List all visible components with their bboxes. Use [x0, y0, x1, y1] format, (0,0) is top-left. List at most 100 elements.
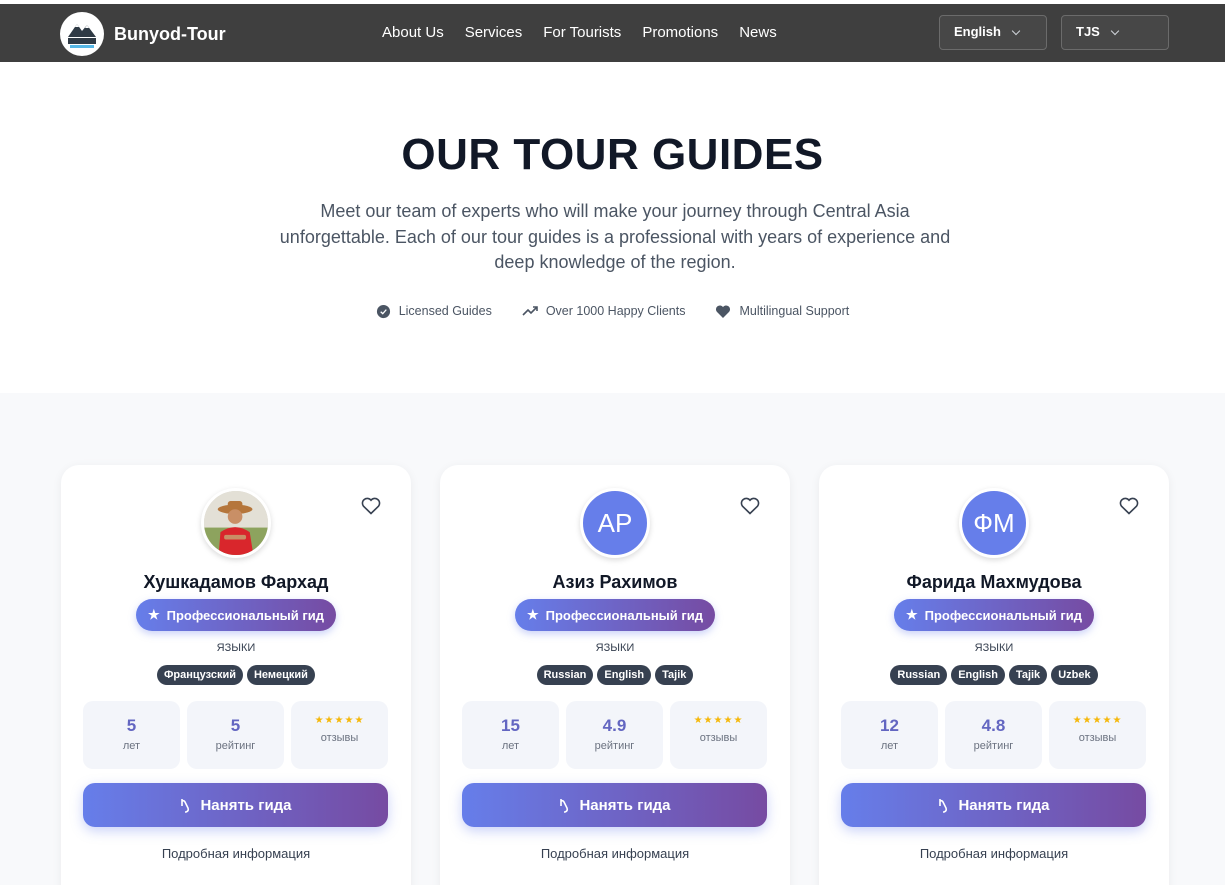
chevron-down-icon [1110, 26, 1120, 36]
feature-list: Licensed Guides Over 1000 Happy Clients … [0, 303, 1225, 319]
language-chip: Tajik [1008, 665, 1048, 685]
star-icon: ★ [905, 607, 918, 622]
language-chip: English [597, 665, 652, 685]
stat-rating: 4.8 рейтинг [945, 701, 1042, 769]
language-chip: Немецкий [246, 665, 315, 685]
hire-label: Нанять гида [958, 796, 1050, 814]
language-chip: Uzbek [1051, 665, 1098, 685]
nav-services[interactable]: Services [465, 24, 523, 41]
badge-label: Профессиональный гид [545, 607, 704, 623]
language-select[interactable]: English [939, 15, 1047, 50]
trending-up-icon [522, 306, 538, 316]
guide-card: Хушкадамов Фархад ★ Профессиональный гид… [61, 465, 411, 885]
language-chip: English [951, 665, 1005, 685]
hire-label: Нанять гида [579, 796, 671, 814]
guide-name: Азиз Рахимов [552, 572, 678, 592]
brand-name[interactable]: Bunyod-Tour [114, 24, 226, 45]
stat-label: рейтинг [594, 740, 635, 752]
stars-rating: ★★★★★ [1072, 715, 1123, 726]
stat-rating: 5 рейтинг [187, 701, 284, 769]
professional-badge: ★ Профессиональный гид [894, 599, 1094, 631]
feature-label: Over 1000 Happy Clients [545, 304, 686, 318]
main-nav: About Us Services For Tourists Promotion… [382, 24, 777, 41]
favorite-heart-icon[interactable] [1119, 497, 1139, 515]
feature-multilingual: Multilingual Support [715, 303, 849, 319]
stars-rating: ★★★★★ [314, 715, 365, 726]
stat-label: лет [122, 740, 141, 752]
language-chip: Tajik [655, 665, 694, 685]
feature-licensed: Licensed Guides [376, 303, 492, 319]
nav-for-tourists[interactable]: For Tourists [543, 24, 621, 41]
hire-guide-button[interactable]: Нанять гида [83, 783, 388, 827]
page-subtitle: Meet our team of experts who will make y… [279, 201, 951, 272]
language-chips: Французский Немецкий [61, 665, 411, 685]
brand[interactable]: Bunyod-Tour [60, 12, 226, 56]
stat-reviews: ★★★★★ отзывы [1049, 701, 1146, 769]
hand-pointer-icon [939, 798, 948, 813]
star-icon: ★ [147, 607, 160, 622]
stat-value: 15 [501, 716, 520, 735]
stat-value: 4.9 [602, 716, 627, 735]
nav-promotions[interactable]: Promotions [642, 24, 718, 41]
details-link[interactable]: Подробная информация [819, 846, 1169, 861]
chevron-down-icon [1011, 26, 1021, 36]
languages-label: ЯЗЫКИ [216, 642, 256, 654]
language-value: English [954, 24, 1001, 39]
details-link[interactable]: Подробная информация [440, 846, 790, 861]
stat-reviews: ★★★★★ отзывы [670, 701, 767, 769]
guide-stats: 12 лет 4.8 рейтинг ★★★★★ отзывы [841, 701, 1146, 769]
stat-label: рейтинг [215, 740, 256, 752]
stat-value: 4.8 [981, 716, 1006, 735]
favorite-heart-icon[interactable] [361, 497, 381, 515]
badge-label: Профессиональный гид [924, 607, 1083, 623]
feature-label: Licensed Guides [398, 304, 492, 318]
languages-label: ЯЗЫКИ [595, 642, 635, 654]
professional-badge: ★ Профессиональный гид [515, 599, 715, 631]
person-photo-icon [204, 491, 268, 555]
nav-news[interactable]: News [739, 24, 777, 41]
check-badge-icon [376, 304, 390, 318]
guide-stats: 5 лет 5 рейтинг ★★★★★ отзывы [83, 701, 388, 769]
stat-rating: 4.9 рейтинг [566, 701, 663, 769]
guide-avatar-initials: ФМ [959, 488, 1029, 558]
brand-logo[interactable] [60, 12, 104, 56]
feature-label: Multilingual Support [739, 304, 850, 318]
languages-label: ЯЗЫКИ [974, 642, 1014, 654]
guide-avatar-photo [201, 488, 271, 558]
stat-value: 5 [126, 716, 137, 735]
hire-label: Нанять гида [200, 796, 292, 814]
language-chip: Russian [536, 665, 594, 685]
star-icon: ★ [526, 607, 539, 622]
stat-label: лет [880, 740, 899, 752]
stat-label: рейтинг [973, 740, 1014, 752]
stat-value: 12 [880, 716, 899, 735]
nav-about-us[interactable]: About Us [382, 24, 444, 41]
language-chip: Французский [157, 665, 243, 685]
currency-select[interactable]: TJS [1061, 15, 1169, 50]
badge-label: Профессиональный гид [166, 607, 325, 623]
stat-label: лет [501, 740, 520, 752]
guide-name: Хушкадамов Фархад [143, 572, 329, 592]
favorite-heart-icon[interactable] [740, 497, 760, 515]
hire-guide-button[interactable]: Нанять гида [462, 783, 767, 827]
stat-label: отзывы [1078, 732, 1117, 744]
guide-stats: 15 лет 4.9 рейтинг ★★★★★ отзывы [462, 701, 767, 769]
heart-icon [716, 304, 731, 318]
stat-years: 12 лет [841, 701, 938, 769]
language-chip: Russian [890, 665, 948, 685]
details-link[interactable]: Подробная информация [61, 846, 411, 861]
hire-guide-button[interactable]: Нанять гида [841, 783, 1146, 827]
currency-value: TJS [1076, 24, 1100, 39]
hand-pointer-icon [560, 798, 569, 813]
stat-years: 15 лет [462, 701, 559, 769]
stat-label: отзывы [699, 732, 738, 744]
page-title: OUR TOUR GUIDES [401, 130, 824, 179]
hand-pointer-icon [181, 798, 190, 813]
guide-name: Фарида Махмудова [906, 572, 1082, 592]
guide-avatar-initials: AP [580, 488, 650, 558]
stat-reviews: ★★★★★ отзывы [291, 701, 388, 769]
feature-clients: Over 1000 Happy Clients [522, 303, 686, 319]
top-navbar: Bunyod-Tour About Us Services For Touris… [0, 0, 1225, 62]
language-chips: Russian English Tajik [440, 665, 790, 685]
professional-badge: ★ Профессиональный гид [136, 599, 336, 631]
